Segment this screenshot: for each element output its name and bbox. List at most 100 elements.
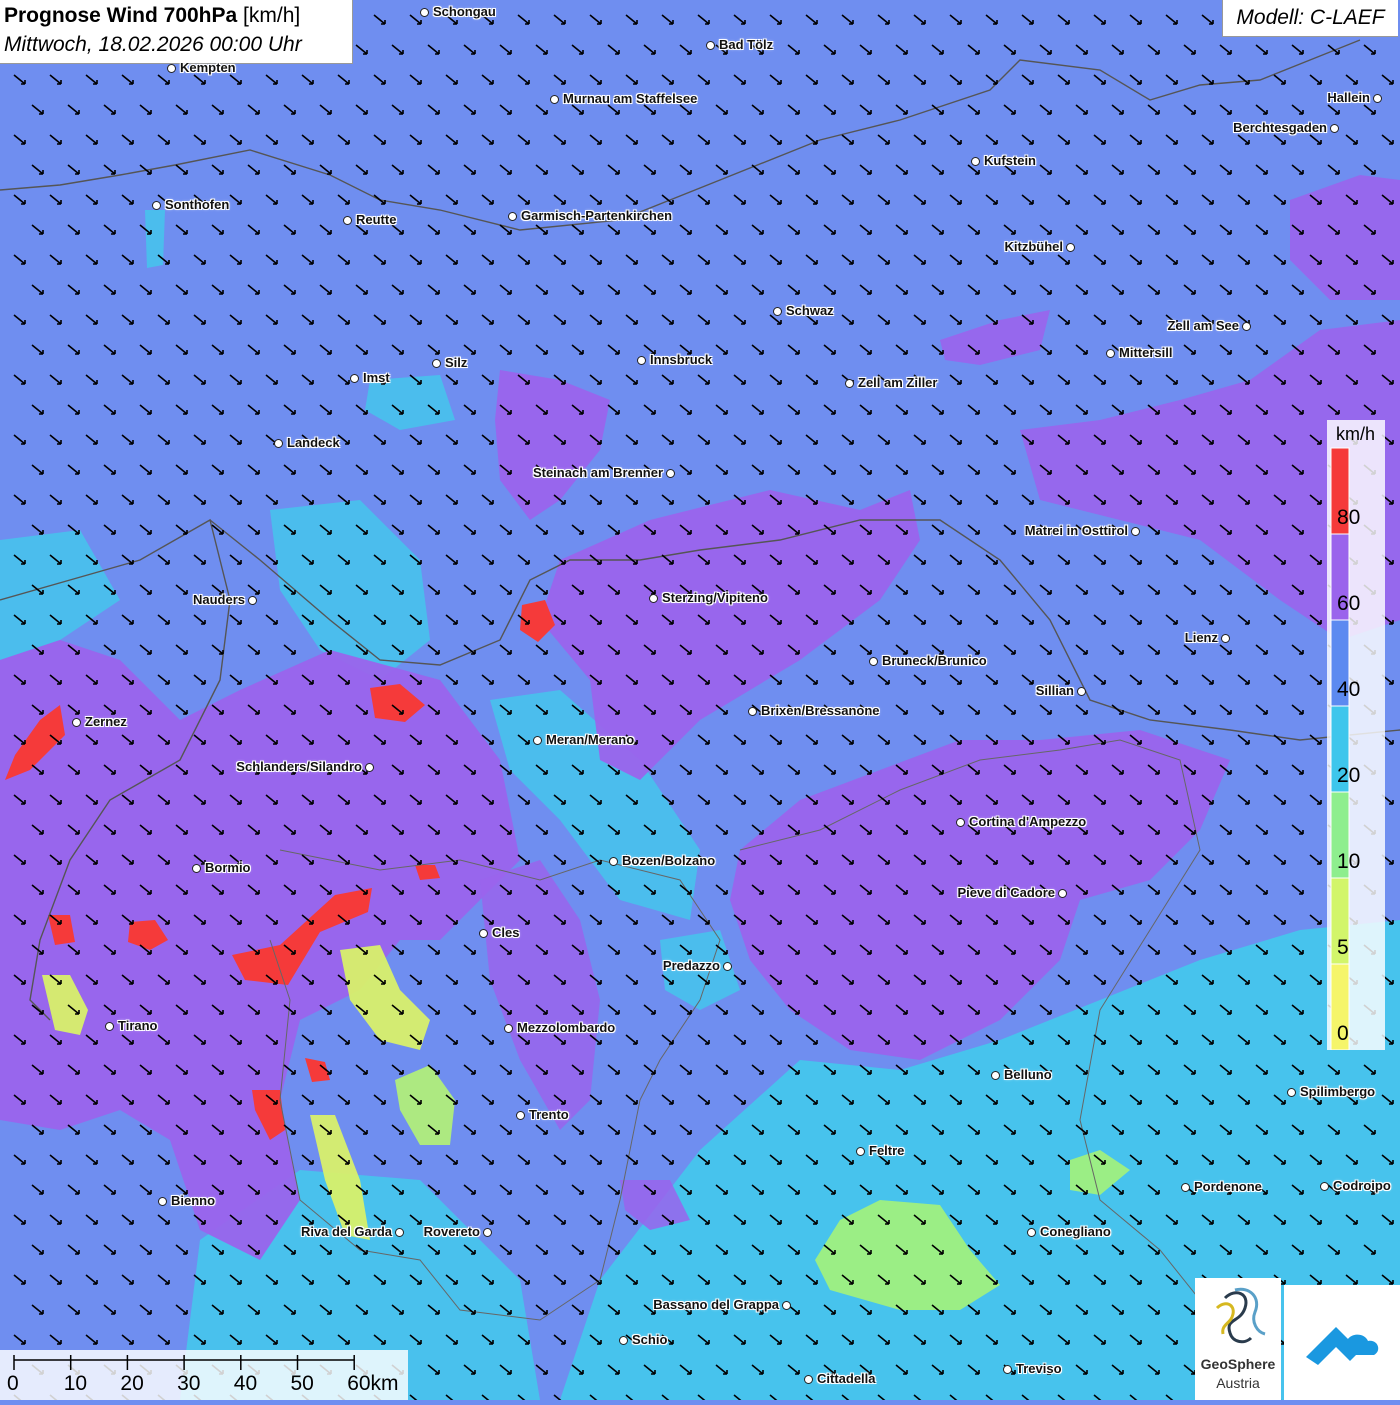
city-marker[interactable] xyxy=(1181,1183,1190,1192)
city-marker[interactable] xyxy=(1287,1088,1296,1097)
city-marker[interactable] xyxy=(1077,687,1086,696)
city-label: Kitzbühel xyxy=(1004,239,1064,254)
city-marker[interactable] xyxy=(649,594,658,603)
city-marker[interactable] xyxy=(706,41,715,50)
city-label: Cittadella xyxy=(817,1371,876,1386)
city-marker[interactable] xyxy=(1242,322,1251,331)
city-label: Trento xyxy=(529,1107,569,1122)
city-marker[interactable] xyxy=(1106,349,1115,358)
city-marker[interactable] xyxy=(773,307,782,316)
city-marker[interactable] xyxy=(748,707,757,716)
scale-label: 0 xyxy=(7,1372,19,1395)
city-marker[interactable] xyxy=(192,864,201,873)
city-label: Riva del Garda xyxy=(300,1224,392,1239)
city-label: Mezzolombardo xyxy=(517,1020,616,1035)
city-label: Schwaz xyxy=(786,303,834,318)
city-label: Codroipo xyxy=(1333,1178,1391,1193)
city-label: Bassano del Grappa xyxy=(653,1297,779,1312)
city-label: Zell am See xyxy=(1167,318,1239,333)
scale-label: 30 xyxy=(177,1372,201,1395)
geosphere-logo-subtext: Austria xyxy=(1216,1375,1260,1391)
city-marker[interactable] xyxy=(666,469,675,478)
city-label: Cortina d'Ampezzo xyxy=(969,814,1087,829)
geosphere-logo[interactable]: GeoSphere Austria xyxy=(1195,1278,1281,1400)
scale-bar: 0 10 20 30 40 50 60km xyxy=(0,1350,408,1400)
city-marker[interactable] xyxy=(105,1022,114,1031)
city-marker[interactable] xyxy=(1058,889,1067,898)
city-label: Rovereto xyxy=(423,1224,480,1239)
city-marker[interactable] xyxy=(158,1197,167,1206)
legend-tick-label: 5 xyxy=(1337,936,1349,959)
map-title: Prognose Wind 700hPa [km/h] xyxy=(4,4,301,27)
legend-tick-label: 0 xyxy=(1337,1022,1349,1045)
city-marker[interactable] xyxy=(1373,94,1382,103)
model-label: Modell: C-LAEF xyxy=(1222,0,1398,37)
city-label: Schio xyxy=(632,1332,668,1347)
city-label: Tirano xyxy=(118,1018,158,1033)
city-label: Kempten xyxy=(180,60,236,75)
city-marker[interactable] xyxy=(619,1336,628,1345)
legend-tick-label: 10 xyxy=(1337,850,1361,873)
mountain-cloud-icon xyxy=(1306,1327,1379,1365)
city-label: Bormio xyxy=(205,860,251,875)
city-marker[interactable] xyxy=(1003,1365,1012,1374)
city-marker[interactable] xyxy=(248,596,257,605)
city-marker[interactable] xyxy=(432,359,441,368)
city-label: Imst xyxy=(363,370,390,385)
city-marker[interactable] xyxy=(343,216,352,225)
city-marker[interactable] xyxy=(516,1111,525,1120)
city-marker[interactable] xyxy=(869,657,878,666)
city-marker[interactable] xyxy=(274,439,283,448)
legend-tick-label: 80 xyxy=(1337,506,1361,529)
city-marker[interactable] xyxy=(365,763,374,772)
city-label: Sonthofen xyxy=(165,197,230,212)
city-label: Steinach am Brenner xyxy=(532,465,663,480)
city-marker[interactable] xyxy=(1320,1182,1329,1191)
city-label: Reutte xyxy=(356,212,397,227)
city-marker[interactable] xyxy=(504,1024,513,1033)
city-marker[interactable] xyxy=(1330,124,1339,133)
scale-label: 10 xyxy=(63,1372,88,1395)
city-label: Zell am Ziller xyxy=(858,375,938,390)
city-marker[interactable] xyxy=(1027,1228,1036,1237)
city-label: Murnau am Staffelsee xyxy=(563,91,698,106)
city-marker[interactable] xyxy=(1066,243,1075,252)
scale-label: 60km xyxy=(347,1372,399,1395)
city-marker[interactable] xyxy=(971,157,980,166)
city-label: Pieve di Cadore xyxy=(957,885,1055,900)
legend-tick-label: 60 xyxy=(1337,592,1361,615)
city-label: Landeck xyxy=(287,435,340,450)
city-label: Nauders xyxy=(192,592,245,607)
city-marker[interactable] xyxy=(550,95,559,104)
city-marker[interactable] xyxy=(72,718,81,727)
city-label: Sterzing/Vipiteno xyxy=(662,590,768,605)
legend-tick-label: 20 xyxy=(1337,764,1361,787)
scale-label: 40 xyxy=(233,1372,258,1395)
city-marker[interactable] xyxy=(723,962,732,971)
city-label: Brixen/Bressanone xyxy=(761,703,880,718)
geosphere-swirl-icon xyxy=(1215,1287,1266,1344)
city-marker[interactable] xyxy=(508,212,517,221)
city-marker[interactable] xyxy=(483,1228,492,1237)
city-marker[interactable] xyxy=(637,356,646,365)
city-marker[interactable] xyxy=(782,1301,791,1310)
city-marker[interactable] xyxy=(856,1147,865,1156)
city-marker[interactable] xyxy=(956,818,965,827)
app-logo[interactable] xyxy=(1284,1285,1400,1400)
city-marker[interactable] xyxy=(479,929,488,938)
city-marker[interactable] xyxy=(845,379,854,388)
city-marker[interactable] xyxy=(350,374,359,383)
city-label: Meran/Merano xyxy=(546,732,635,747)
city-marker[interactable] xyxy=(609,857,618,866)
city-marker[interactable] xyxy=(1131,527,1140,536)
city-marker[interactable] xyxy=(533,736,542,745)
city-label: Predazzo xyxy=(662,958,720,973)
city-marker[interactable] xyxy=(991,1071,1000,1080)
city-marker[interactable] xyxy=(420,8,429,17)
city-marker[interactable] xyxy=(804,1375,813,1384)
city-marker[interactable] xyxy=(395,1228,404,1237)
city-marker[interactable] xyxy=(152,201,161,210)
city-marker[interactable] xyxy=(1221,634,1230,643)
city-marker[interactable] xyxy=(167,64,176,73)
city-label: Innsbruck xyxy=(650,352,713,367)
